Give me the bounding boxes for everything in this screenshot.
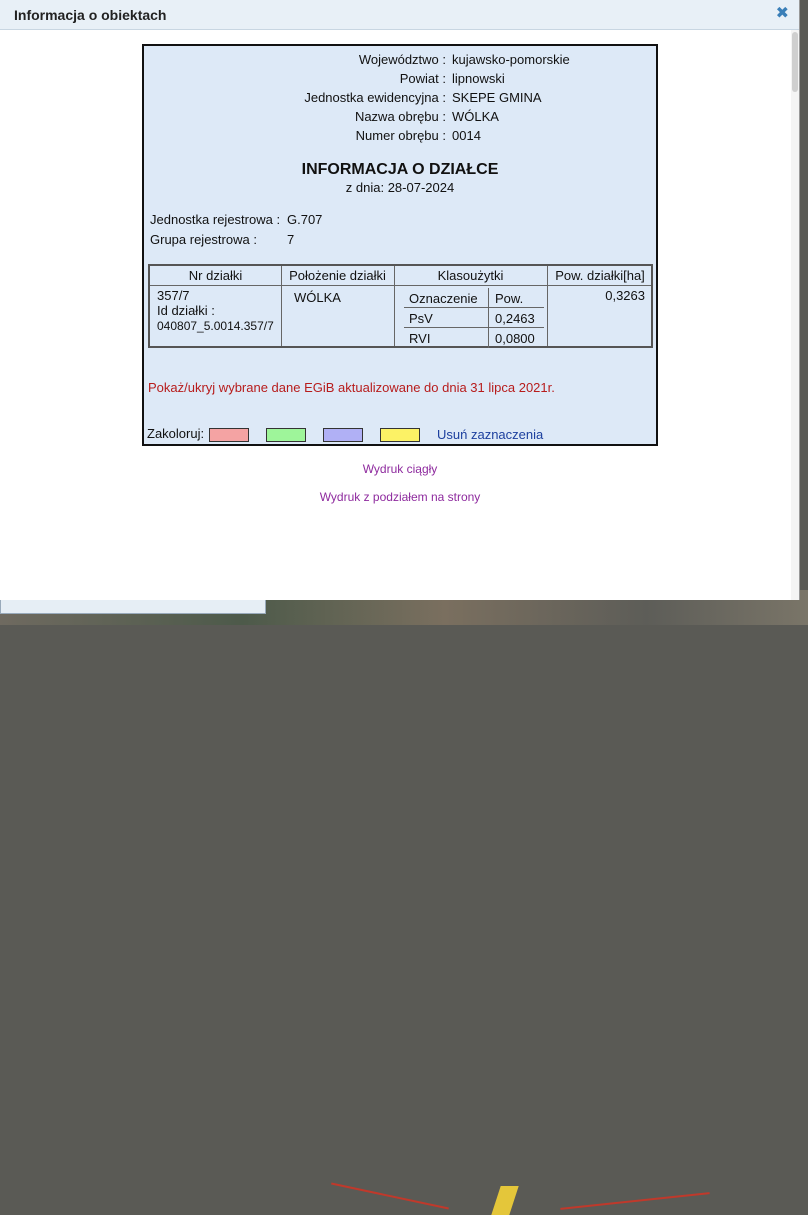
land-use-area: 0,0800	[495, 331, 535, 346]
info-date: z dnia: 28-07-2024	[345, 180, 455, 195]
map-boundary-line	[560, 1192, 710, 1210]
registry-group-label: Grupa rejestrowa :	[150, 232, 257, 247]
registry-unit-row: Jednostka rejestrowa : G.707	[150, 212, 322, 230]
registry-group-row: Grupa rejestrowa : 7	[150, 232, 294, 250]
land-use-area: 0,2463	[495, 311, 535, 326]
map-road	[491, 1186, 519, 1215]
parcel-number: 357/7	[157, 288, 190, 303]
location-value: 0014	[452, 128, 481, 143]
parcel-location: WÓLKA	[294, 290, 341, 305]
close-icon[interactable]: ✖	[776, 5, 789, 23]
land-use-header: Oznaczenie	[409, 291, 478, 306]
land-use-header: Pow.	[495, 291, 524, 306]
location-row-county: Powiat : lipnowski	[144, 71, 656, 89]
table-divider	[150, 285, 651, 286]
parcel-id-label: Id działki :	[157, 303, 215, 318]
colorize-label: Zakoloruj:	[147, 426, 205, 441]
location-row-unit: Jednostka ewidencyjna : SKEPE GMINA	[144, 90, 656, 108]
scrollbar-thumb[interactable]	[792, 32, 798, 92]
location-value: WÓLKA	[452, 109, 499, 124]
location-label: Numer obrębu :	[355, 128, 446, 143]
egib-toggle-link[interactable]: Pokaż/ukryj wybrane dane EGiB aktualizow…	[148, 380, 555, 395]
location-label: Jednostka ewidencyjna :	[304, 90, 446, 105]
column-header: Nr działki	[188, 268, 243, 283]
scrollbar-track[interactable]	[791, 30, 799, 600]
color-swatch-yellow[interactable]	[380, 428, 420, 442]
parcel-area: 0,3263	[605, 288, 645, 303]
dialog-title: Informacja o obiektach	[14, 7, 167, 23]
land-use-table: Oznaczenie Pow. PsV 0,2463 RVI 0,0800	[404, 288, 544, 348]
land-use-divider	[404, 307, 544, 308]
parcel-info-panel: Województwo : kujawsko-pomorskie Powiat …	[142, 44, 658, 446]
location-value: kujawsko-pomorskie	[452, 52, 570, 67]
location-value: SKEPE GMINA	[452, 90, 542, 105]
column-header: Klasoużytki	[437, 268, 504, 283]
color-swatch-green[interactable]	[266, 428, 306, 442]
location-label: Nazwa obrębu :	[354, 109, 446, 124]
map-boundary-line	[331, 1182, 449, 1210]
land-use-code: RVI	[409, 331, 431, 346]
location-label: Województwo :	[358, 52, 446, 67]
land-use-divider	[404, 327, 544, 328]
location-row-voivodeship: Województwo : kujawsko-pomorskie	[144, 52, 656, 70]
location-row-precinct-name: Nazwa obrębu : WÓLKA	[144, 109, 656, 127]
location-value: lipnowski	[452, 71, 505, 86]
location-row-precinct-number: Numer obrębu : 0014	[144, 128, 656, 146]
color-swatch-blue[interactable]	[323, 428, 363, 442]
location-label: Powiat :	[399, 71, 446, 86]
object-info-dialog: Informacja o obiektach ✖ Województwo : k…	[0, 0, 800, 600]
registry-unit-value: G.707	[287, 212, 323, 227]
registry-unit-label: Jednostka rejestrowa :	[150, 212, 281, 227]
print-continuous-link[interactable]: Wydruk ciągły	[0, 462, 800, 476]
clear-selection-link[interactable]: Usuń zaznaczenia	[437, 427, 543, 442]
print-paged-link[interactable]: Wydruk z podziałem na strony	[0, 490, 800, 504]
registry-group-value: 7	[287, 232, 295, 247]
color-swatch-red[interactable]	[209, 428, 249, 442]
colorize-row: Zakoloruj: Usuń zaznaczenia	[147, 426, 543, 446]
land-use-divider	[488, 288, 489, 348]
column-header: Położenie działki	[289, 268, 386, 283]
land-use-code: PsV	[409, 311, 433, 326]
parcel-id: 040807_5.0014.357/7	[157, 319, 274, 333]
parcel-info-heading: INFORMACJA O DZIAŁCE	[301, 161, 499, 178]
dialog-titlebar[interactable]: Informacja o obiektach ✖	[0, 0, 799, 30]
parcel-table: Nr działki Położenie działki Klasoużytki…	[148, 264, 653, 348]
column-header: Pow. działki[ha]	[555, 268, 645, 283]
